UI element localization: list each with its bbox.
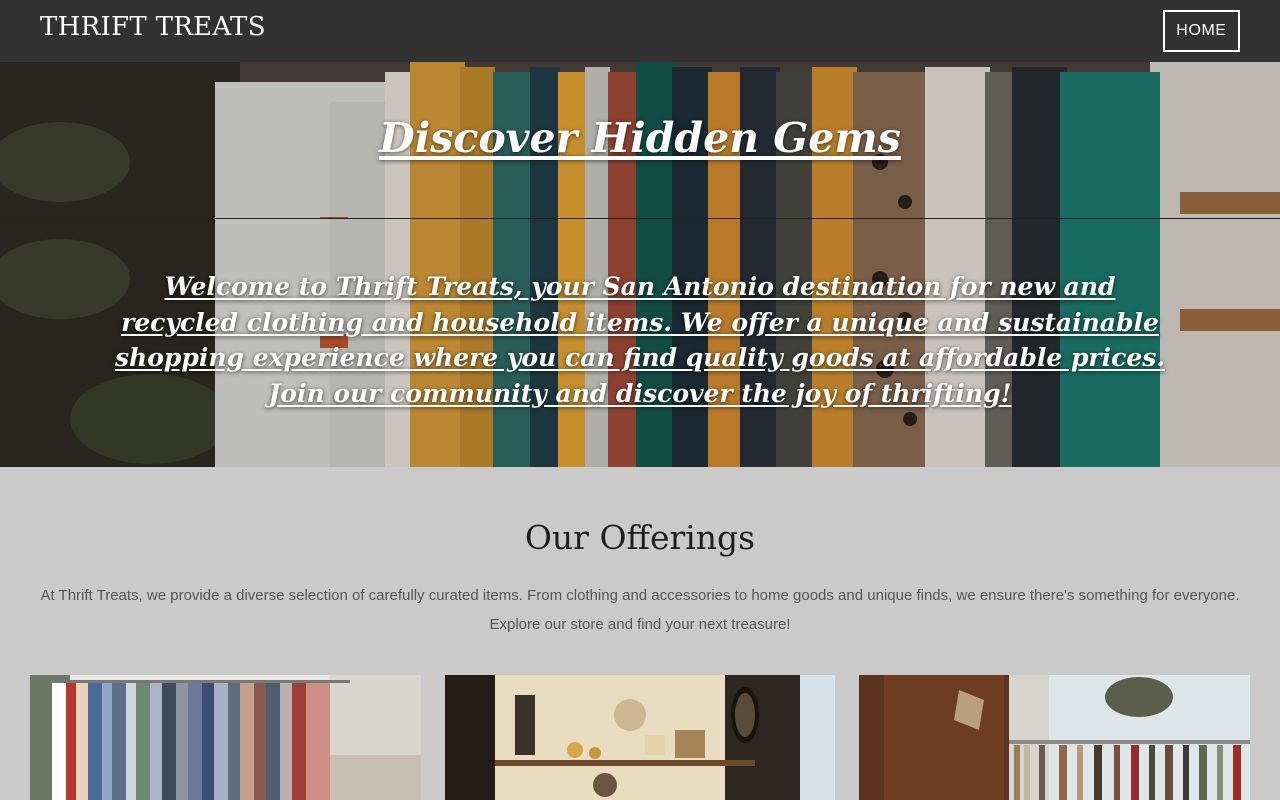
offerings-title: Our Offerings <box>524 518 756 557</box>
hero-banner: Discover Hidden Gems Welcome to Thrift T… <box>0 62 1280 467</box>
clothing-rack-photo <box>30 675 421 800</box>
hero-heading[interactable]: Discover Hidden Gems <box>0 114 1280 162</box>
offerings-description: At Thrift Treats, we provide a diverse s… <box>40 587 1240 633</box>
brand-logo-link[interactable]: THRIFT TREATS <box>40 12 266 42</box>
offering-card-accessories-image[interactable] <box>859 675 1250 800</box>
offering-card-home-goods-image[interactable] <box>445 675 836 800</box>
accessories-wall-photo <box>859 675 1250 800</box>
offering-card-clothing-image[interactable] <box>30 675 421 800</box>
hero-welcome-text[interactable]: Welcome to Thrift Treats, your San Anton… <box>105 269 1175 411</box>
nav-home-button[interactable]: HOME <box>1163 10 1240 52</box>
home-goods-shelf-photo <box>445 675 835 800</box>
top-navbar: THRIFT TREATS HOME <box>0 0 1280 62</box>
